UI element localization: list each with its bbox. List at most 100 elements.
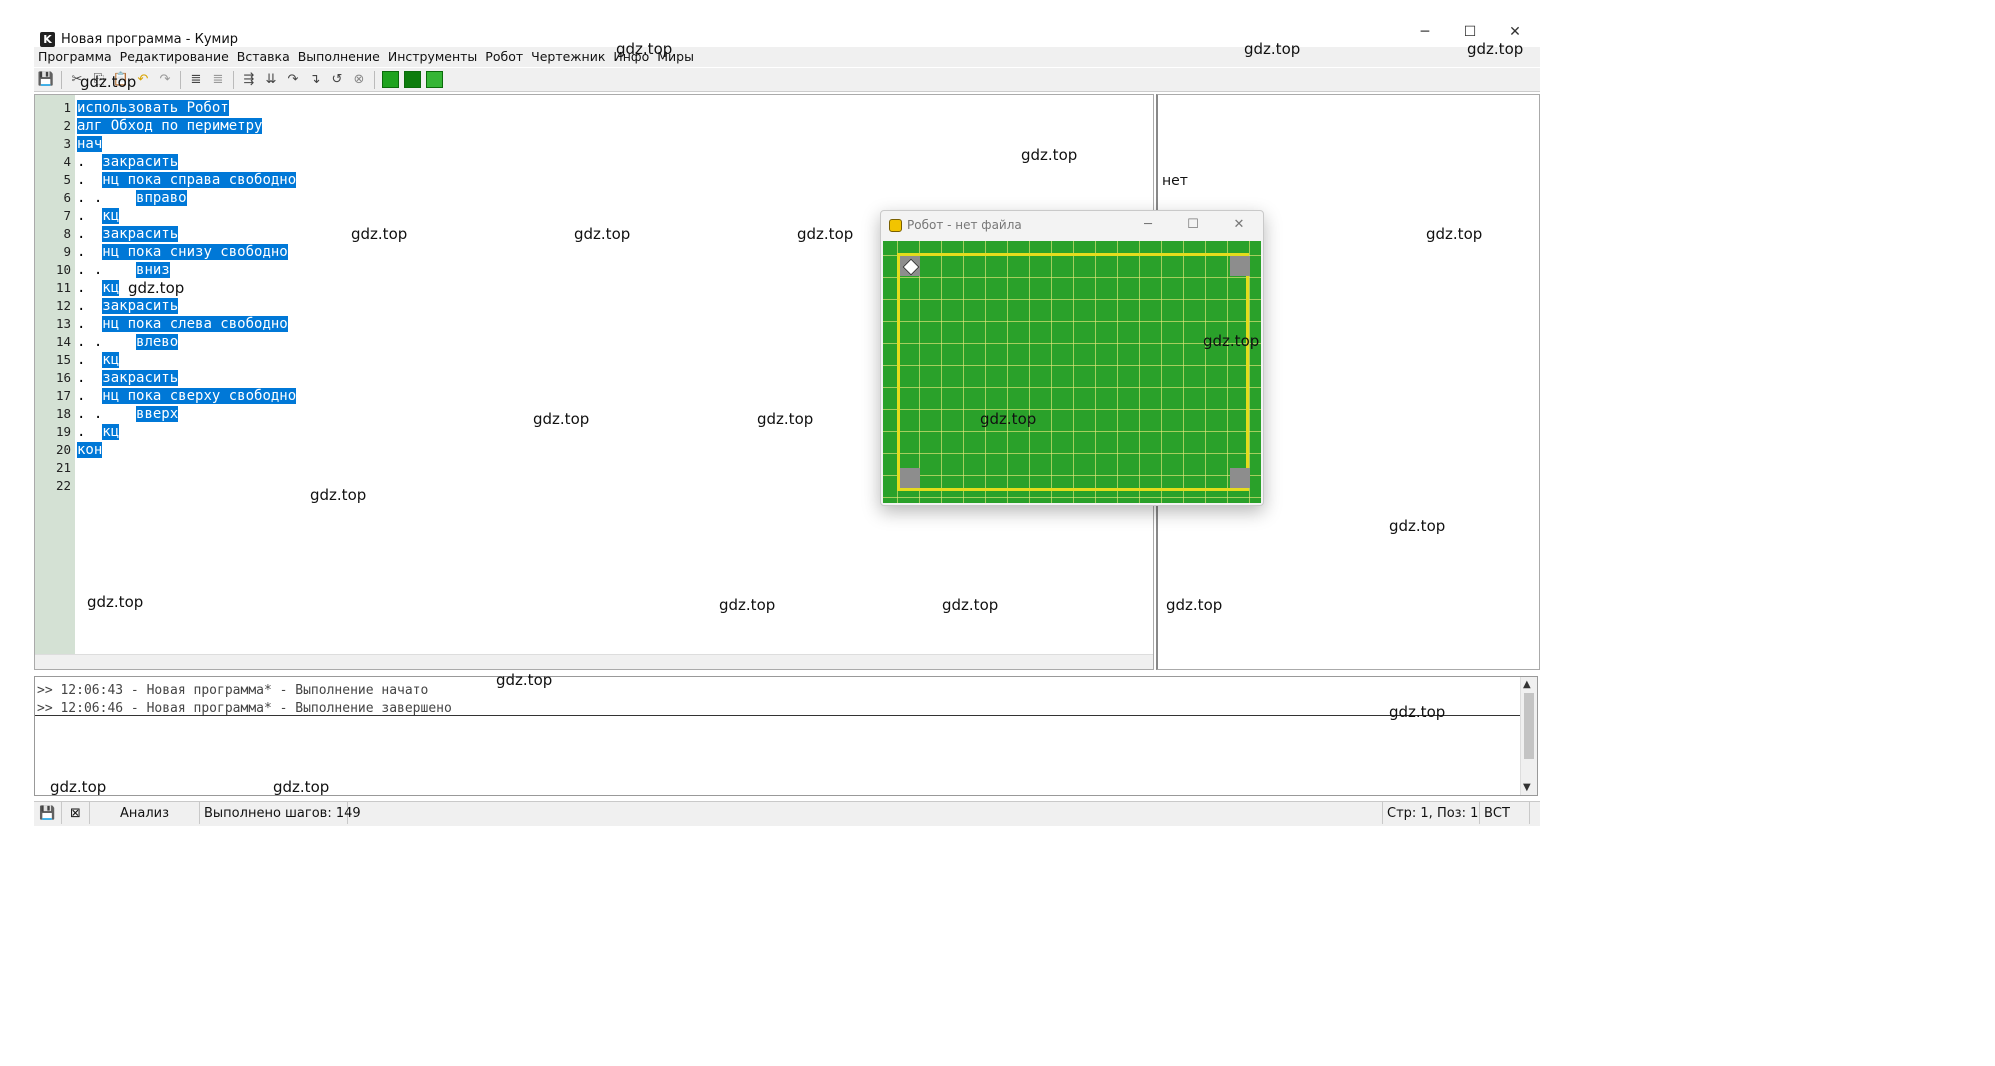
minimize-button[interactable]: ─ xyxy=(1410,22,1440,42)
close-button[interactable]: ✕ xyxy=(1500,22,1530,42)
mode-indicator: Анализ xyxy=(90,802,200,824)
watermark: gdz.top xyxy=(87,593,144,611)
indent-dots: . xyxy=(77,388,86,404)
indent-dots: . xyxy=(77,154,86,170)
code-text: вниз xyxy=(136,262,170,278)
line-number: 16 xyxy=(55,370,71,385)
save-icon[interactable]: 💾 xyxy=(36,70,56,90)
line-number: 11 xyxy=(55,280,71,295)
scroll-up-icon[interactable]: ▲ xyxy=(1523,679,1531,690)
line-number: 5 xyxy=(63,172,71,187)
code-line[interactable]: . кц xyxy=(77,351,120,369)
code-text: нц пока сверху свободно xyxy=(102,388,297,404)
step-into-icon[interactable]: ↴ xyxy=(305,70,325,90)
window-title: Новая программа - Кумир xyxy=(61,31,239,47)
run-regular-icon[interactable]: ⇊ xyxy=(261,70,281,90)
code-line[interactable]: . . влево xyxy=(77,333,179,351)
code-text: нц пока снизу свободно xyxy=(102,244,288,260)
editor-horizontal-scrollbar[interactable] xyxy=(35,654,1153,669)
steps-counter: Выполнено шагов: 149 xyxy=(200,802,361,824)
menu-edit[interactable]: Редактирование xyxy=(116,47,233,67)
code-line[interactable]: . нц пока снизу свободно xyxy=(77,243,288,261)
comment-icon[interactable]: ≣ xyxy=(186,70,206,90)
indent-dots: . . xyxy=(77,190,103,206)
menu-insert[interactable]: Вставка xyxy=(233,47,294,67)
code-line[interactable]: . закрасить xyxy=(77,369,179,387)
clear-icon[interactable]: ⊠ xyxy=(62,802,90,824)
code-line[interactable]: . кц xyxy=(77,207,120,225)
line-number: 12 xyxy=(55,298,71,313)
code-text: закрасить xyxy=(102,154,179,170)
toolbar-separator xyxy=(233,70,234,89)
code-line[interactable]: . . вправо xyxy=(77,189,187,207)
line-number: 1 xyxy=(63,100,71,115)
line-number: 3 xyxy=(63,136,71,151)
menu-drawer[interactable]: Чертежник xyxy=(527,47,609,67)
code-line[interactable]: . нц пока справа свободно xyxy=(77,171,297,189)
code-line[interactable]: алг Обход по периметру xyxy=(77,117,263,135)
code-line[interactable]: использовать Робот xyxy=(77,99,229,117)
indent-dots: . xyxy=(77,370,86,386)
code-line[interactable]: . нц пока сверху свободно xyxy=(77,387,297,405)
watermark: gdz.top xyxy=(80,73,137,91)
menu-program[interactable]: Программа xyxy=(34,47,116,67)
robot-close-button[interactable]: ✕ xyxy=(1227,215,1251,233)
code-text: вправо xyxy=(136,190,187,206)
code-line[interactable]: . закрасить xyxy=(77,297,179,315)
robot-window[interactable]: Робот - нет файла ─ ☐ ✕ xyxy=(880,210,1264,506)
robot-minimize-button[interactable]: ─ xyxy=(1136,215,1160,233)
robot-field[interactable] xyxy=(883,241,1261,503)
code-line[interactable]: . кц xyxy=(77,279,120,297)
menu-robot[interactable]: Робот xyxy=(481,47,527,67)
line-number: 19 xyxy=(55,424,71,439)
code-text: закрасить xyxy=(102,226,179,242)
robot-field-icon[interactable] xyxy=(380,70,400,90)
code-line[interactable]: нач xyxy=(77,135,103,153)
line-number: 4 xyxy=(63,154,71,169)
line-number: 6 xyxy=(63,190,71,205)
painted-cell xyxy=(900,468,920,488)
indent-dots: . xyxy=(77,244,86,260)
output-console[interactable]: >> 12:06:43 - Новая программа* - Выполне… xyxy=(34,676,1538,796)
line-number: 8 xyxy=(63,226,71,241)
console-vertical-scrollbar[interactable]: ▲ ▼ xyxy=(1520,677,1537,795)
scroll-down-icon[interactable]: ▼ xyxy=(1523,782,1531,793)
run-continuous-icon[interactable]: ⇶ xyxy=(239,70,259,90)
toolbar: 💾 ✂ ⎘ 📋 ↶ ↷ ≣ ≣ ⇶ ⇊ ↷ ↴ ↺ ⊗ xyxy=(34,68,1540,92)
watermark: gdz.top xyxy=(1203,332,1260,350)
line-number: 10 xyxy=(55,262,71,277)
stop-icon[interactable]: ⊗ xyxy=(349,70,369,90)
watermark: gdz.top xyxy=(351,225,408,243)
step-over-icon[interactable]: ↷ xyxy=(283,70,303,90)
scroll-thumb[interactable] xyxy=(1524,693,1534,759)
watermark: gdz.top xyxy=(533,410,590,428)
watermark: gdz.top xyxy=(797,225,854,243)
menu-run[interactable]: Выполнение xyxy=(294,47,384,67)
drawer-icon[interactable] xyxy=(424,70,444,90)
robot-maximize-button[interactable]: ☐ xyxy=(1181,215,1205,233)
code-line[interactable]: . . вниз xyxy=(77,261,170,279)
code-line[interactable]: . закрасить xyxy=(77,225,179,243)
maximize-button[interactable]: ☐ xyxy=(1455,22,1485,42)
code-line[interactable]: . кц xyxy=(77,423,120,441)
watermark: gdz.top xyxy=(1244,40,1301,58)
code-line[interactable]: . . вверх xyxy=(77,405,179,423)
indent-dots: . xyxy=(77,226,86,242)
code-line[interactable]: кон xyxy=(77,441,103,459)
watermark: gdz.top xyxy=(50,778,107,796)
indent-dots: . . xyxy=(77,334,103,350)
uncomment-icon[interactable]: ≣ xyxy=(208,70,228,90)
menu-tools[interactable]: Инструменты xyxy=(384,47,481,67)
save-status-icon[interactable]: 💾 xyxy=(34,802,62,824)
line-number: 15 xyxy=(55,352,71,367)
watermark: gdz.top xyxy=(574,225,631,243)
redo-icon[interactable]: ↷ xyxy=(155,70,175,90)
code-text: вверх xyxy=(136,406,179,422)
code-line[interactable]: . нц пока слева свободно xyxy=(77,315,288,333)
code-line[interactable]: . закрасить xyxy=(77,153,179,171)
indent-dots: . xyxy=(77,298,86,314)
step-out-icon[interactable]: ↺ xyxy=(327,70,347,90)
code-text: закрасить xyxy=(102,298,179,314)
indent-dots: . xyxy=(77,280,86,296)
robot-panel-icon[interactable] xyxy=(402,70,422,90)
